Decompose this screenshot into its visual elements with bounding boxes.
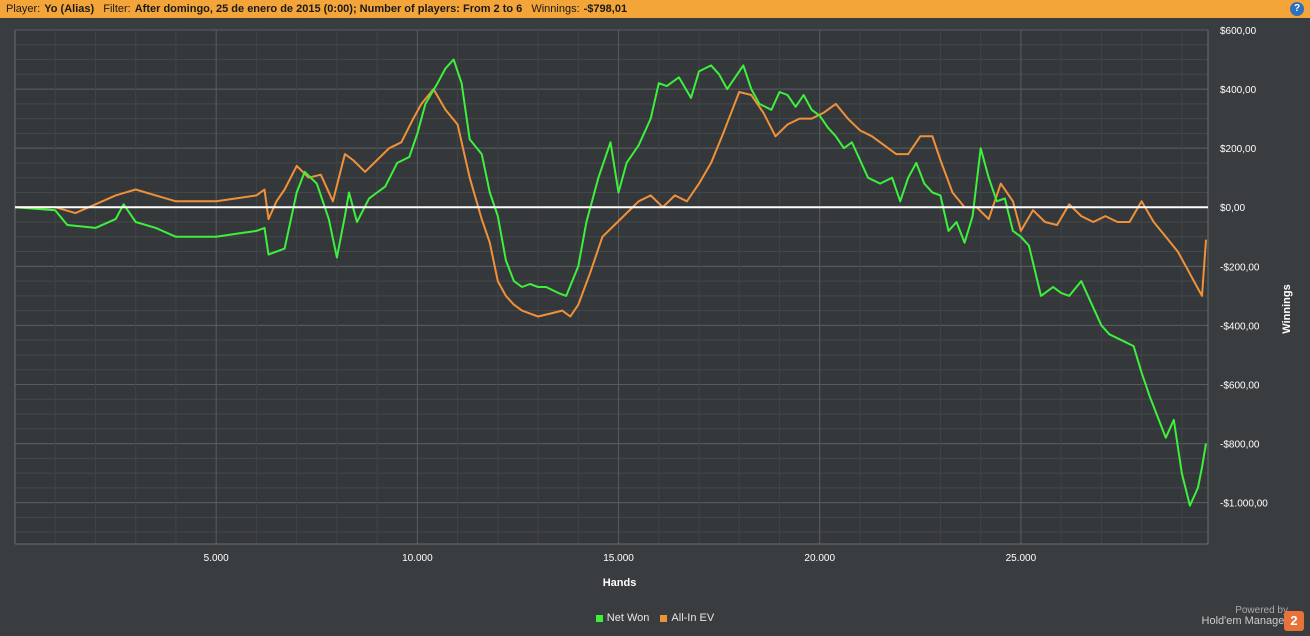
player-value: Yo (Alias): [44, 3, 95, 15]
x-tick-label: 5.000: [204, 553, 229, 564]
x-tick-label: 10.000: [402, 553, 433, 564]
filter-value: After domingo, 25 de enero de 2015 (0:00…: [134, 3, 523, 15]
net-won-swatch: [595, 614, 603, 622]
help-icon[interactable]: ?: [1290, 2, 1304, 16]
y-tick-label: -$400,00: [1220, 321, 1260, 332]
legend-item-net-won[interactable]: Net Won: [595, 612, 650, 624]
x-axis-title: Hands: [603, 577, 637, 589]
legend: Net Won All-In EV: [0, 612, 1310, 624]
player-label: Player:: [6, 3, 41, 15]
legend-all-in-ev-label: All-In EV: [671, 612, 715, 624]
winnings-label: Winnings:: [531, 3, 580, 15]
y-tick-label: -$600,00: [1220, 380, 1260, 391]
filter-bar: Player: Yo (Alias) Filter: After domingo, …: [0, 0, 1310, 18]
all-in-ev-swatch: [660, 614, 668, 622]
y-tick-label: $200,00: [1220, 144, 1257, 155]
x-tick-label: 20.000: [804, 553, 835, 564]
y-tick-label: $600,00: [1220, 26, 1257, 37]
filter-label: Filter:: [103, 3, 131, 15]
winnings-graph[interactable]: $600,00 $400,00 $200,00 $0,00 -$200,00 -$400,…: [0, 18, 1310, 612]
legend-net-won-label: Net Won: [606, 612, 650, 624]
y-tick-label: -$1.000,00: [1220, 499, 1268, 510]
powered-by: Powered by Hold'em Manager: [1138, 605, 1288, 627]
y-tick-label: $400,00: [1220, 85, 1257, 96]
x-tick-label: 25.000: [1006, 553, 1037, 564]
y-tick-label: -$200,00: [1220, 262, 1260, 273]
legend-item-all-in-ev[interactable]: All-In EV: [660, 612, 714, 624]
brand-name: Hold'em Manager: [1201, 615, 1288, 627]
plot-area: [15, 30, 1208, 544]
y-tick-label: $0,00: [1220, 203, 1245, 214]
y-tick-label: -$800,00: [1220, 440, 1260, 451]
winnings-value: -$798,01: [583, 3, 628, 15]
y-axis-title: Winnings: [1281, 284, 1293, 333]
x-tick-label: 15.000: [603, 553, 634, 564]
hm2-logo-icon: 2: [1284, 611, 1304, 631]
